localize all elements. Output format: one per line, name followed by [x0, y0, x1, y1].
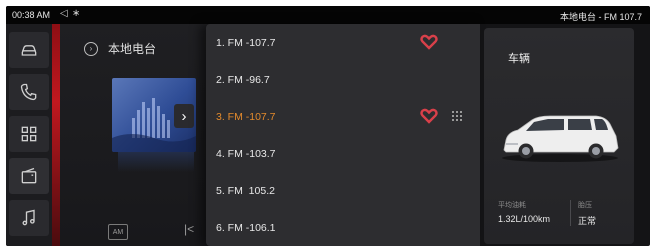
favorite-heart-icon[interactable]	[420, 34, 438, 50]
now-playing-label: 本地电台 - FM 107.7	[559, 12, 642, 22]
station-row[interactable]: 5. FM 105.2	[206, 172, 480, 209]
music-icon	[22, 209, 35, 226]
volume-icon: ◁	[60, 8, 68, 19]
vehicle-image	[502, 115, 619, 162]
dock-music-button[interactable]	[9, 200, 49, 236]
previous-station-button[interactable]: |<	[184, 222, 194, 236]
station-row[interactable]: 2. FM -96.7	[206, 61, 480, 98]
stat-divider	[570, 200, 571, 226]
radio-icon	[21, 167, 37, 184]
am-band-button[interactable]: AM	[108, 224, 128, 240]
left-dock	[6, 24, 52, 246]
dock-apps-button[interactable]	[9, 116, 49, 152]
bluetooth-icon: ∗	[72, 8, 81, 19]
fuel-consumption-label: 平均油耗	[498, 202, 526, 209]
station-list: 1. FM -107.7 2. FM -96.7 3. FM -107.7 4. FM…	[206, 24, 480, 246]
fuel-consumption-value: 1.32L/100km	[498, 214, 551, 224]
station-options-icon[interactable]	[450, 109, 464, 123]
back-circle-icon[interactable]: ›	[84, 41, 98, 56]
station-row[interactable]: 1. FM -107.7	[206, 24, 480, 61]
dock-phone-button[interactable]	[9, 74, 49, 110]
station-label: 1. FM -107.7	[216, 37, 276, 49]
station-label: 3. FM -107.7	[216, 111, 276, 123]
apps-grid-icon	[21, 126, 37, 142]
station-label: 4. FM -103.7	[216, 148, 276, 160]
dock-car-button[interactable]	[9, 32, 49, 68]
tire-pressure-label: 胎压	[578, 202, 592, 209]
vehicle-title: 车辆	[508, 53, 530, 65]
station-row[interactable]: 3. FM -107.7	[206, 98, 480, 135]
vehicle-card[interactable]: 车辆 平均油耗 1.32L/100km 胎压 正常	[484, 28, 634, 244]
dock-accent-bar	[52, 24, 60, 246]
phone-icon	[20, 83, 37, 101]
station-row[interactable]: 4. FM -103.7	[206, 135, 480, 172]
car-icon	[21, 45, 37, 56]
artwork-reflection	[118, 152, 194, 172]
clock: 00:38 AM	[12, 10, 51, 20]
radio-panel: › 本地电台 › AM |<	[60, 24, 220, 246]
radio-header: › 本地电台	[84, 40, 156, 57]
status-bar: 00:38 AM ◁ ∗ 本地电台 - FM 107.7	[6, 6, 650, 24]
next-station-button[interactable]: ›	[174, 104, 194, 128]
station-row[interactable]: 6. FM -106.1	[206, 209, 480, 246]
tire-pressure-value: 正常	[578, 216, 597, 226]
favorite-heart-icon[interactable]	[420, 108, 438, 124]
station-label: 6. FM -106.1	[216, 222, 276, 234]
station-label: 2. FM -96.7	[216, 74, 270, 86]
infotainment-screen: 00:38 AM ◁ ∗ 本地电台 - FM 107.7 › 本地电台 › AM…	[6, 6, 650, 246]
station-label: 5. FM 105.2	[216, 185, 275, 197]
dock-radio-button[interactable]	[9, 158, 49, 194]
radio-title: 本地电台	[108, 42, 157, 56]
